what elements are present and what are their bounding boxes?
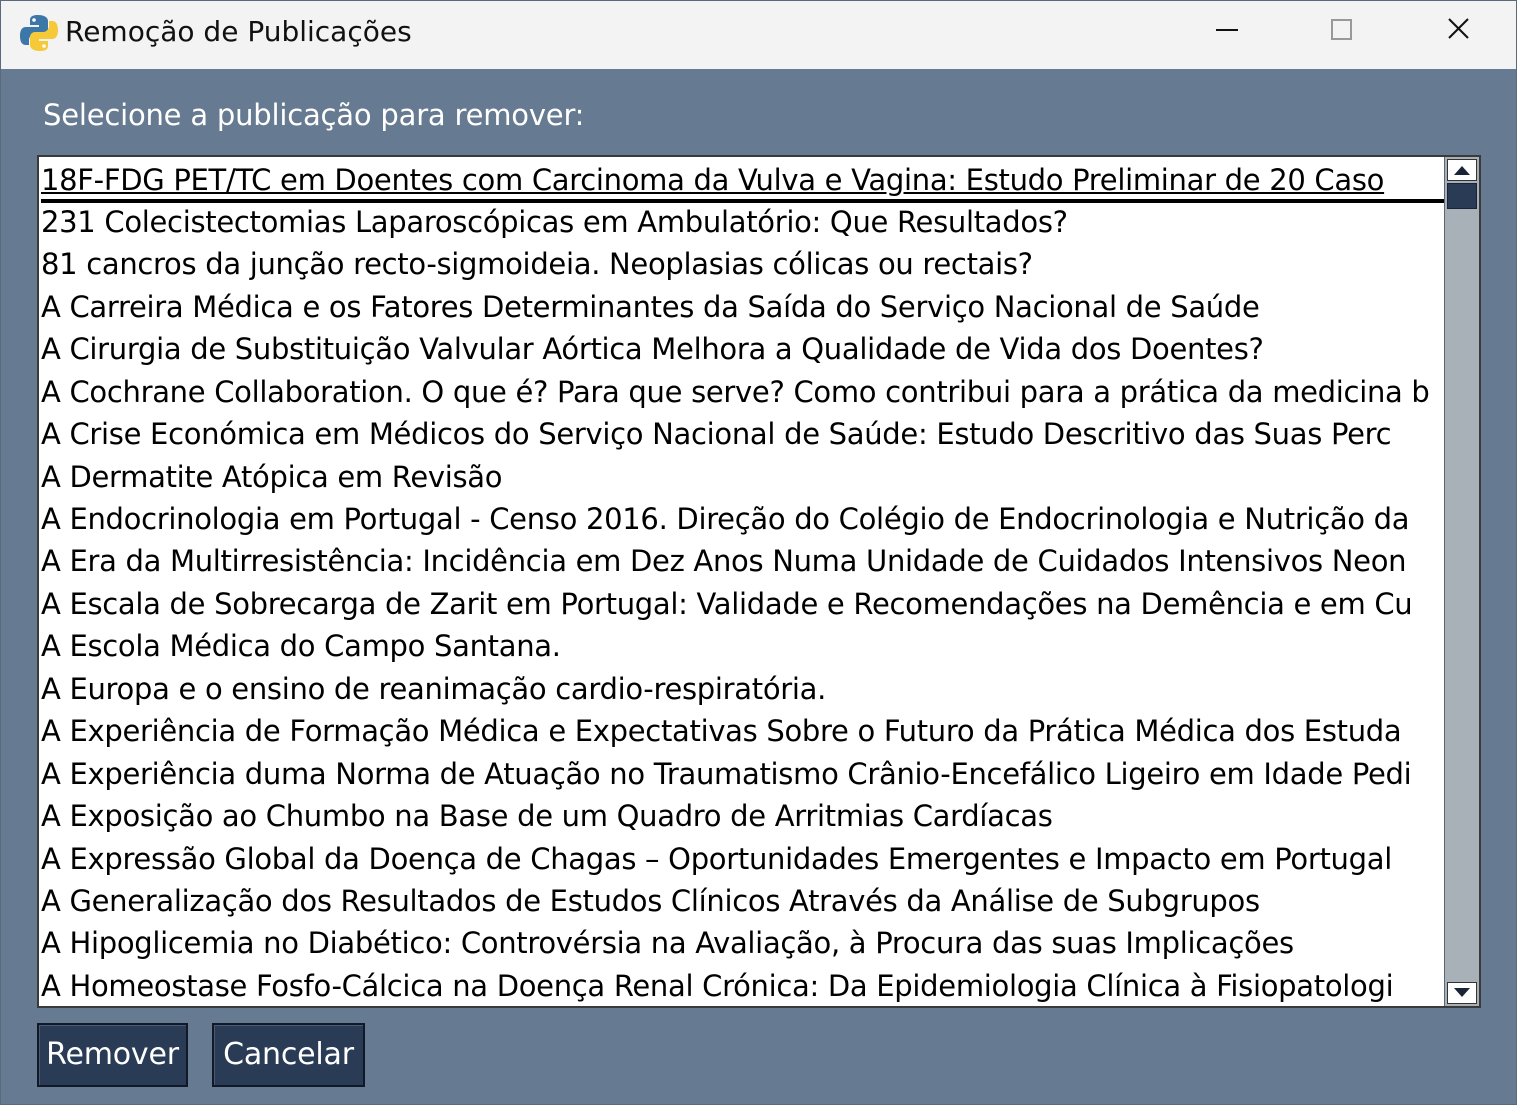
list-item[interactable]: A Experiência duma Norma de Atuação no T…	[41, 753, 1444, 795]
remove-button[interactable]: Remover	[37, 1023, 188, 1087]
list-item[interactable]: A Homeostase Fosfo-Cálcica na Doença Ren…	[41, 965, 1444, 1006]
publications-listbox[interactable]: 18F-FDG PET/TC em Doentes com Carcinoma …	[37, 155, 1481, 1008]
list-item[interactable]: 231 Colecistectomias Laparoscópicas em A…	[41, 201, 1444, 243]
arrow-up-icon	[1454, 166, 1470, 175]
list-item[interactable]: A Carreira Médica e os Fatores Determina…	[41, 286, 1444, 328]
close-button[interactable]	[1400, 1, 1516, 59]
scroll-up-button[interactable]	[1447, 159, 1477, 181]
list-item[interactable]: A Expressão Global da Doença de Chagas –…	[41, 838, 1444, 880]
close-icon	[1448, 18, 1469, 39]
minimize-button[interactable]	[1169, 1, 1285, 59]
list-item[interactable]: A Generalização dos Resultados de Estudo…	[41, 880, 1444, 922]
list-item[interactable]: 81 cancros da junção recto-sigmoideia. N…	[41, 243, 1444, 285]
list-item[interactable]: A Escola Médica do Campo Santana.	[41, 625, 1444, 667]
list-item[interactable]: A Endocrinologia em Portugal - Censo 201…	[41, 498, 1444, 540]
publications-list[interactable]: 18F-FDG PET/TC em Doentes com Carcinoma …	[39, 157, 1444, 1006]
list-item[interactable]: A Cochrane Collaboration. O que é? Para …	[41, 371, 1444, 413]
arrow-down-icon	[1454, 988, 1470, 997]
list-item[interactable]: A Experiência de Formação Médica e Expec…	[41, 710, 1444, 752]
list-item[interactable]: A Crise Económica em Médicos do Serviço …	[41, 413, 1444, 455]
list-item[interactable]: A Dermatite Atópica em Revisão	[41, 456, 1444, 498]
cancel-button[interactable]: Cancelar	[212, 1023, 365, 1087]
maximize-icon	[1331, 19, 1352, 40]
list-item-selected[interactable]: 18F-FDG PET/TC em Doentes com Carcinoma …	[41, 159, 1444, 203]
dialog-window: Remoção de Publicações Selecione a publi…	[0, 0, 1517, 1105]
list-item[interactable]: A Exposição ao Chumbo na Base de um Quad…	[41, 795, 1444, 837]
list-item[interactable]: A Europa e o ensino de reanimação cardio…	[41, 668, 1444, 710]
list-item[interactable]: A Escala de Sobrecarga de Zarit em Portu…	[41, 583, 1444, 625]
scroll-thumb[interactable]	[1447, 183, 1477, 209]
vertical-scrollbar[interactable]	[1444, 157, 1479, 1006]
maximize-button[interactable]	[1284, 1, 1400, 59]
list-item[interactable]: A Cirurgia de Substituição Valvular Aórt…	[41, 328, 1444, 370]
list-item[interactable]: A Era da Multirresistência: Incidência e…	[41, 540, 1444, 582]
minimize-icon	[1216, 29, 1238, 31]
python-icon	[19, 13, 59, 53]
select-prompt-label: Selecione a publicação para remover:	[43, 98, 585, 132]
window-title: Remoção de Publicações	[65, 15, 412, 48]
list-item[interactable]: A Hipoglicemia no Diabético: Controvérsi…	[41, 922, 1444, 964]
title-bar[interactable]: Remoção de Publicações	[1, 1, 1516, 69]
scroll-down-button[interactable]	[1447, 982, 1477, 1004]
